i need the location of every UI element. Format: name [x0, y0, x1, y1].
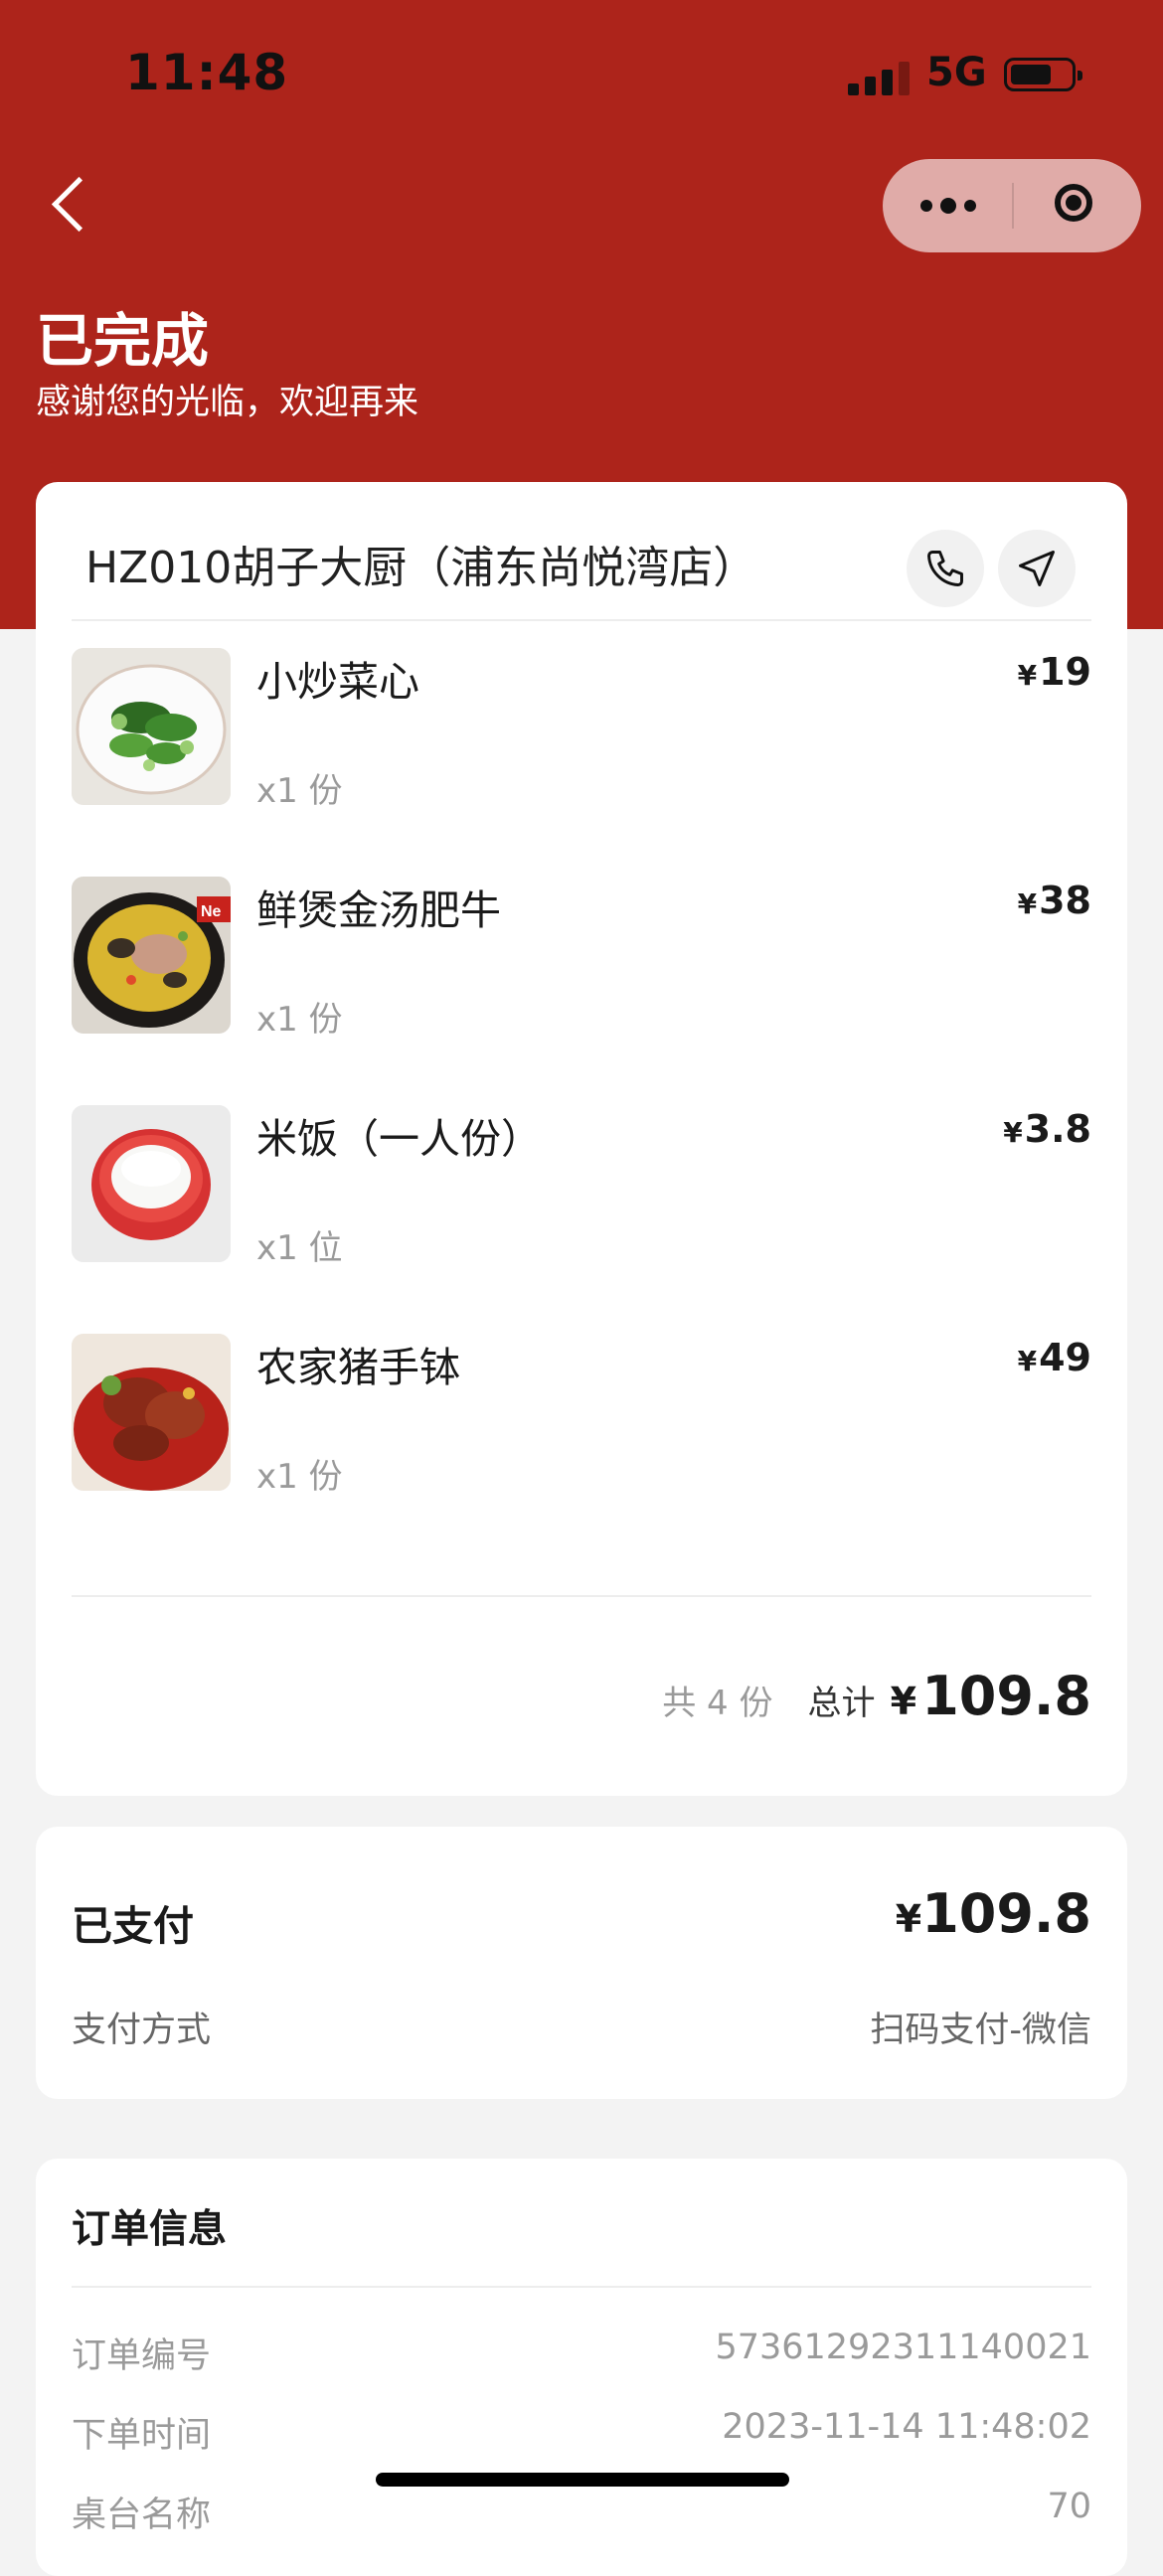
payment-method-value: 扫码支付-微信: [870, 2011, 1091, 2050]
dish-quantity: x1 份: [256, 1000, 343, 1040]
payment-card: 已支付 ¥109.8 支付方式 扫码支付-微信: [36, 1827, 1127, 2099]
dish-price: ¥38: [1018, 879, 1091, 922]
order-summary: 共 4 份 总计 ¥ 109.8: [662, 1665, 1091, 1727]
order-item: Ne 鲜煲金汤肥牛 x1 份 ¥38: [72, 877, 1091, 1040]
order-info-card: 订单信息 订单编号 57361292311140021 下单时间 2023-11…: [36, 2159, 1127, 2576]
divider: [72, 619, 1091, 621]
dish-price: ¥49: [1018, 1336, 1091, 1379]
divider: [72, 1595, 1091, 1597]
dish-price: ¥19: [1018, 650, 1091, 694]
order-time-value: 2023-11-14 11:48:02: [722, 2407, 1091, 2447]
store-name[interactable]: HZ010胡子大厨（浦东尚悦湾店）: [85, 532, 756, 595]
order-time-label: 下单时间: [72, 2416, 212, 2456]
call-store-button[interactable]: [907, 530, 984, 607]
dish-price-value: 49: [1039, 1336, 1091, 1379]
paid-amount-value: 109.8: [921, 1882, 1091, 1945]
table-name-label: 桌台名称: [72, 2496, 212, 2535]
currency-symbol: ¥: [1003, 1116, 1023, 1149]
network-type: 5G: [926, 50, 987, 95]
status-time: 11:48: [125, 44, 289, 101]
dish-quantity: x1 份: [256, 1457, 343, 1497]
payment-status: 已支付: [72, 1902, 194, 1950]
order-item: 米饭（一人份） x1 位 ¥3.8: [72, 1105, 1091, 1268]
order-item: 农家猪手钵 x1 份 ¥49: [72, 1334, 1091, 1497]
table-name-value: 70: [1047, 2487, 1091, 2526]
order-item: 小炒菜心 x1 份 ¥19: [72, 648, 1091, 811]
currency-symbol: ¥: [1017, 887, 1038, 920]
navigation-arrow-icon: [1019, 551, 1055, 586]
dish-quantity: x1 份: [256, 771, 343, 811]
dish-name: 鲜煲金汤肥牛: [256, 886, 501, 934]
order-status-title: 已完成: [36, 307, 210, 375]
back-button[interactable]: [46, 171, 95, 241]
order-number-row: 订单编号 57361292311140021: [72, 2328, 1091, 2377]
battery-icon: [1004, 58, 1082, 91]
item-count: 共 4 份: [662, 1684, 773, 1723]
signal-icon: [848, 62, 910, 95]
order-number-value[interactable]: 57361292311140021: [715, 2328, 1091, 2367]
home-indicator[interactable]: [376, 2473, 789, 2487]
total-amount: 109.8: [921, 1665, 1091, 1727]
dish-quantity: x1 位: [256, 1228, 343, 1268]
dish-price-value: 38: [1039, 879, 1091, 922]
dish-name: 农家猪手钵: [256, 1344, 460, 1391]
divider: [72, 2286, 1091, 2288]
dish-name: 小炒菜心: [256, 658, 419, 706]
currency-symbol: ¥: [895, 1897, 922, 1941]
dish-price-value: 3.8: [1024, 1107, 1091, 1151]
dish-image: [72, 1334, 231, 1491]
order-number-label: 订单编号: [72, 2336, 212, 2376]
table-name-row: 桌台名称 70: [72, 2487, 1091, 2536]
dish-image: [72, 1105, 231, 1262]
dish-price: ¥3.8: [1003, 1107, 1091, 1151]
currency-symbol: ¥: [1017, 659, 1038, 692]
phone-icon: [927, 551, 963, 586]
more-options-button[interactable]: [883, 159, 1012, 252]
currency-symbol: ¥: [890, 1680, 917, 1723]
order-card: HZ010胡子大厨（浦东尚悦湾店） 小炒菜心 x1 份 ¥19 Ne 鲜煲金汤肥…: [36, 482, 1127, 1796]
dish-image: [72, 648, 231, 805]
total-label: 总计: [807, 1684, 876, 1723]
dish-price-value: 19: [1039, 650, 1091, 694]
order-info-title: 订单信息: [72, 2207, 228, 2252]
order-time-row: 下单时间 2023-11-14 11:48:02: [72, 2407, 1091, 2457]
dish-name: 米饭（一人份）: [256, 1115, 542, 1163]
status-bar: 11:48 5G: [0, 0, 1163, 149]
svg-text:Ne: Ne: [201, 903, 222, 920]
payment-method-label: 支付方式: [72, 2011, 212, 2050]
navigate-store-button[interactable]: [998, 530, 1076, 607]
currency-symbol: ¥: [1017, 1345, 1038, 1377]
dish-image: Ne: [72, 877, 231, 1034]
mini-program-capsule: [883, 159, 1141, 252]
order-status-subtitle: 感谢您的光临，欢迎再来: [36, 383, 419, 422]
close-mini-program-button[interactable]: [1012, 159, 1141, 252]
paid-amount: ¥109.8: [896, 1882, 1091, 1945]
